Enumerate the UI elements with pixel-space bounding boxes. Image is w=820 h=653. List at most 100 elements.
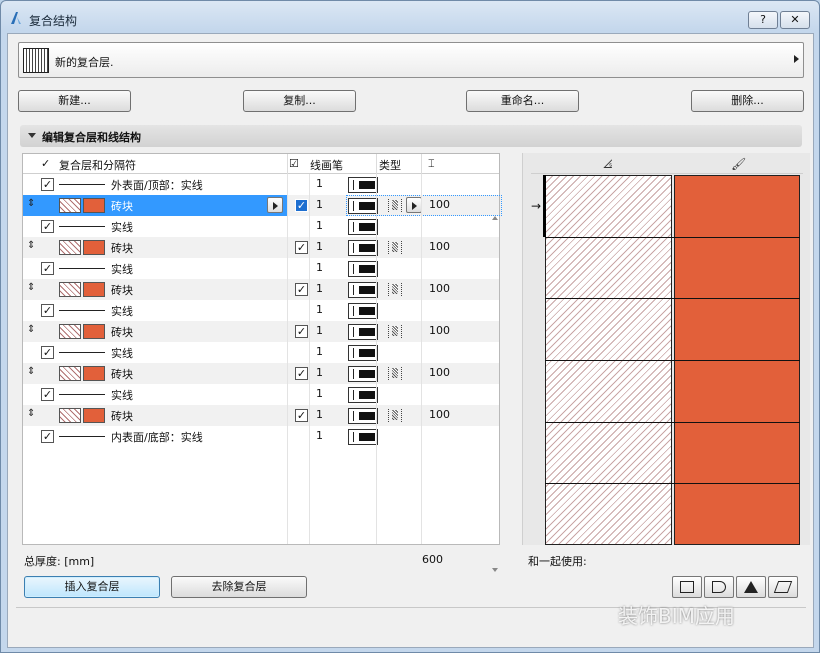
delete-button[interactable]: 删除... — [691, 90, 804, 112]
help-button[interactable]: ? — [748, 11, 778, 29]
insert-layer-button[interactable]: 插入复合层 — [24, 576, 160, 598]
thickness-value[interactable]: 100 — [429, 324, 450, 337]
pen-sample[interactable] — [348, 261, 378, 277]
pen-sample[interactable] — [348, 324, 378, 340]
hatch-swatch[interactable] — [59, 408, 81, 423]
pen-number[interactable]: 1 — [316, 303, 323, 316]
section-header[interactable]: 编辑复合层和线结构 — [20, 125, 802, 147]
pen-sample[interactable] — [348, 366, 378, 382]
pen-sample[interactable] — [348, 282, 378, 298]
drag-handle-icon[interactable]: ⇕ — [27, 366, 35, 377]
skin-type-icon[interactable] — [388, 241, 402, 254]
drag-handle-icon[interactable]: ⇕ — [27, 324, 35, 335]
pen-sample[interactable] — [348, 219, 378, 235]
thickness-value[interactable]: 100 — [429, 282, 450, 295]
hatch-swatch[interactable] — [59, 282, 81, 297]
check-column-icon[interactable]: ☑ — [289, 157, 299, 170]
skin-type-icon[interactable] — [388, 325, 402, 338]
hatch-swatch[interactable] — [59, 240, 81, 255]
copy-button[interactable]: 复制... — [243, 90, 356, 112]
pen-number[interactable]: 1 — [316, 261, 323, 274]
roof-view-button[interactable] — [736, 576, 766, 598]
beam-view-button[interactable] — [704, 576, 734, 598]
pen-number[interactable]: 1 — [316, 219, 323, 232]
core-checkbox[interactable]: ✓ — [295, 409, 308, 422]
core-checkbox[interactable]: ✓ — [295, 325, 308, 338]
visible-checkbox[interactable]: ✓ — [41, 220, 54, 233]
visible-checkbox[interactable]: ✓ — [41, 430, 54, 443]
drag-handle-icon[interactable]: ⇕ — [27, 240, 35, 251]
fill-swatch[interactable] — [83, 282, 105, 297]
pen-number[interactable]: 1 — [316, 408, 323, 421]
line-row[interactable]: ✓ 实线 1 — [23, 384, 499, 405]
shell-view-button[interactable] — [768, 576, 798, 598]
remove-layer-button[interactable]: 去除复合层 — [171, 576, 307, 598]
skin-row[interactable]: ⇕ 砖块 ✓ 100 1 — [23, 279, 499, 300]
hatch-swatch[interactable] — [59, 324, 81, 339]
pen-sample[interactable] — [348, 303, 378, 319]
visible-checkbox[interactable]: ✓ — [41, 262, 54, 275]
hatch-swatch[interactable] — [59, 198, 81, 213]
scroll-down-arrow[interactable] — [492, 568, 498, 572]
thickness-value[interactable]: 100 — [429, 366, 450, 379]
pen-number[interactable]: 1 — [316, 429, 323, 442]
pen-sample[interactable] — [348, 429, 378, 445]
close-button[interactable]: ✕ — [780, 11, 810, 29]
fill-swatch[interactable] — [83, 366, 105, 381]
line-row[interactable]: ✓ 实线 1 — [23, 258, 499, 279]
line-row[interactable]: ✓ 实线 1 — [23, 300, 499, 321]
line-row[interactable]: ✓ 内表面/底部：实线 1 — [23, 426, 499, 447]
pen-number[interactable]: 1 — [316, 282, 323, 295]
rename-button[interactable]: 重命名... — [466, 90, 579, 112]
drag-handle-icon[interactable]: ⇕ — [27, 282, 35, 293]
skin-type-icon[interactable] — [388, 367, 402, 380]
pen-number[interactable]: 1 — [316, 240, 323, 253]
skin-type-icon[interactable] — [388, 283, 402, 296]
pen-sample[interactable] — [348, 240, 378, 256]
fill-swatch[interactable] — [83, 324, 105, 339]
skin-type-icon[interactable] — [388, 409, 402, 422]
skin-row[interactable]: ⇕ 砖块 ✓ 100 1 — [23, 321, 499, 342]
fill-swatch[interactable] — [83, 198, 105, 213]
fill-swatch[interactable] — [83, 240, 105, 255]
scroll-up-arrow[interactable] — [492, 216, 498, 220]
skin-row[interactable]: ⇕ 砖块 ✓ 100 1 — [23, 363, 499, 384]
visible-checkbox[interactable]: ✓ — [41, 388, 54, 401]
skin-row[interactable]: ⇕ 砖块 ✓ 100 1 — [23, 237, 499, 258]
check-all-icon[interactable]: ✓ — [41, 157, 50, 170]
pen-sample[interactable] — [348, 408, 378, 424]
composite-selector[interactable]: 新的复合层. — [18, 42, 804, 78]
drag-handle-icon[interactable]: ⇕ — [27, 408, 35, 419]
skin-row[interactable]: ⇕ 砖块 ✓ 100 1 — [23, 405, 499, 426]
core-checkbox[interactable]: ✓ — [295, 283, 308, 296]
core-checkbox[interactable]: ✓ — [295, 367, 308, 380]
line-row[interactable]: ✓ 外表面/顶部：实线 1 — [23, 174, 499, 195]
drag-handle-icon[interactable]: ⇕ — [27, 198, 35, 209]
line-row[interactable]: ✓ 实线 1 — [23, 216, 499, 237]
wall-view-button[interactable] — [672, 576, 702, 598]
fill-swatch[interactable] — [83, 408, 105, 423]
visible-checkbox[interactable]: ✓ — [41, 304, 54, 317]
pen-number[interactable]: 1 — [316, 387, 323, 400]
building-material-picker[interactable] — [267, 197, 283, 213]
visible-checkbox[interactable]: ✓ — [41, 178, 54, 191]
core-checkbox[interactable]: ✓ — [295, 241, 308, 254]
pen-number[interactable]: 1 — [316, 345, 323, 358]
pen-number[interactable]: 1 — [316, 198, 323, 211]
pen-sample[interactable] — [348, 345, 378, 361]
pen-sample[interactable] — [348, 387, 378, 403]
triangle-down-icon[interactable] — [28, 133, 36, 138]
thickness-value[interactable]: 100 — [429, 240, 450, 253]
pen-number[interactable]: 1 — [316, 324, 323, 337]
pen-number[interactable]: 1 — [316, 366, 323, 379]
pen-sample[interactable] — [348, 177, 378, 193]
thickness-value[interactable]: 100 — [429, 408, 450, 421]
new-button[interactable]: 新建... — [18, 90, 131, 112]
visible-checkbox[interactable]: ✓ — [41, 346, 54, 359]
pen-number[interactable]: 1 — [316, 177, 323, 190]
line-row[interactable]: ✓ 实线 1 — [23, 342, 499, 363]
core-checkbox[interactable]: ✓ — [295, 199, 308, 212]
chevron-right-icon[interactable] — [794, 55, 799, 63]
hatch-swatch[interactable] — [59, 366, 81, 381]
skin-row[interactable]: ⇕ 砖块 ✓ 100 1 — [23, 195, 502, 216]
